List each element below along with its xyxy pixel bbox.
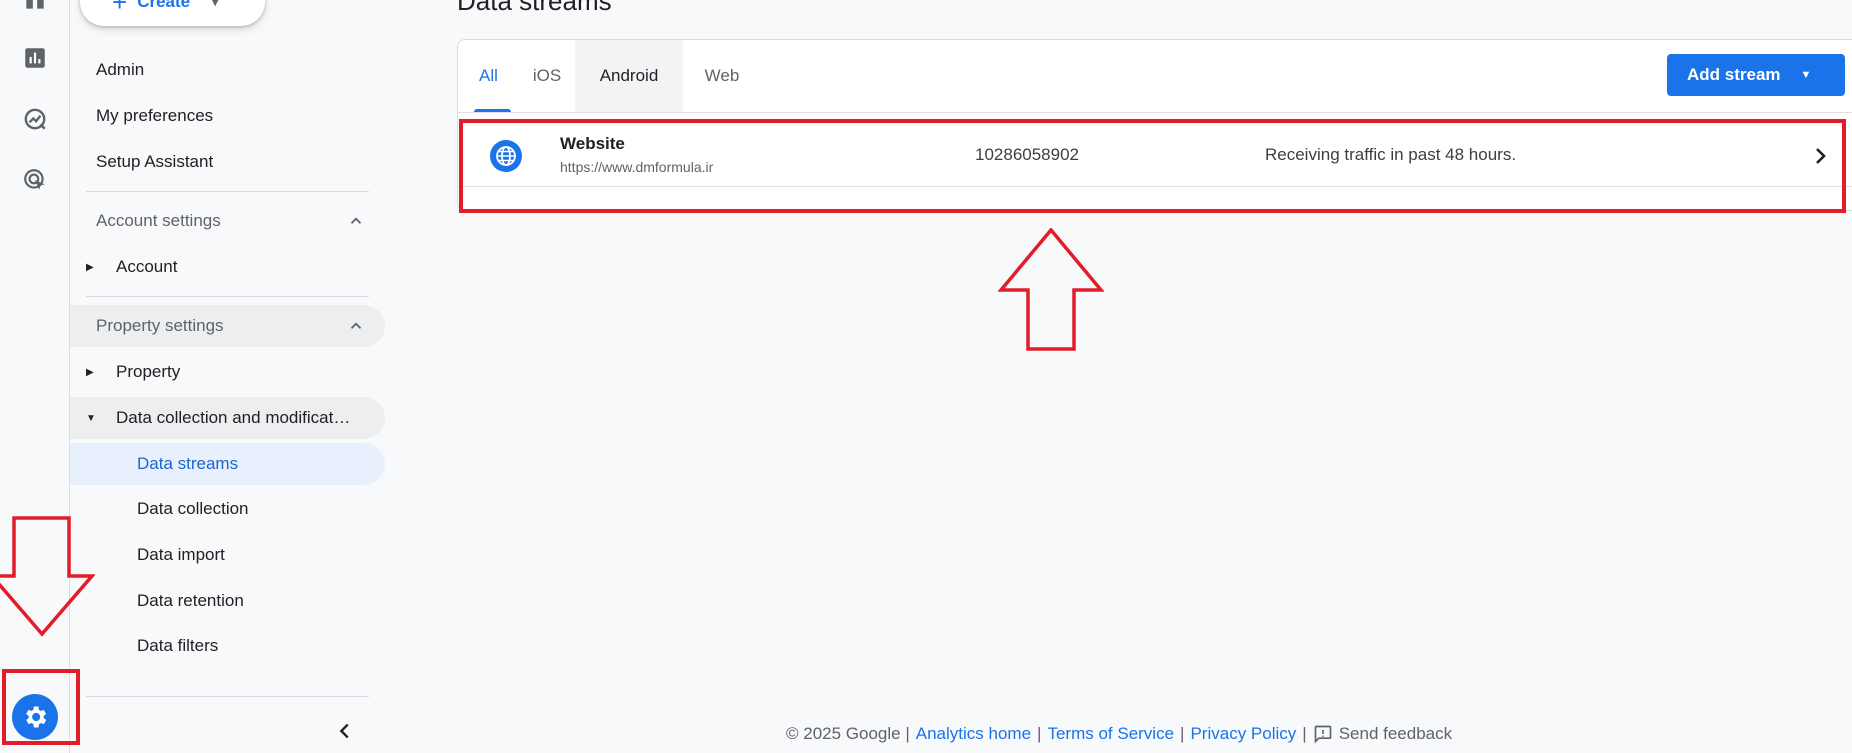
tab-all[interactable]: All [458,40,519,112]
sidebar-item-label: Account [116,257,178,276]
separator: | [1302,724,1307,743]
privacy-link[interactable]: Privacy Policy [1190,724,1296,744]
add-stream-button[interactable]: Add stream ▼ [1667,54,1845,96]
sidebar-item-data-collection-and-modification[interactable]: ▼ Data collection and modificat… [70,397,385,439]
feedback-icon [1314,725,1332,744]
property-settings-header[interactable]: Property settings [70,305,385,347]
analytics-home-link[interactable]: Analytics home [916,724,1031,744]
reports-icon[interactable] [21,44,49,72]
explore-icon[interactable] [21,105,49,133]
tab-ios[interactable]: iOS [519,40,575,112]
footer: © 2025 Google | Analytics home | Terms o… [786,724,1452,744]
sidebar-item-account[interactable]: ▶ Account [70,246,385,288]
sidebar-item-property[interactable]: ▶ Property [70,351,385,393]
create-button[interactable]: + Create ▾ [80,0,265,26]
create-label: Create [137,0,191,11]
send-feedback-link[interactable]: Send feedback [1313,724,1452,744]
dropdown-arrow-icon: ▼ [1800,69,1812,81]
property-settings-label: Property settings [96,316,224,335]
sidebar-item-my-preferences[interactable]: My preferences [70,95,385,137]
caret-right-icon: ▶ [86,366,94,378]
account-settings-label: Account settings [96,211,221,230]
send-feedback-label: Send feedback [1338,724,1453,743]
collapse-sidebar-button[interactable] [330,716,360,746]
add-stream-label: Add stream [1687,65,1781,84]
tab-web[interactable]: Web [683,40,761,112]
sidebar-item-data-import[interactable]: Data import [70,534,385,576]
sidebar-item-setup-assistant[interactable]: Setup Assistant [70,141,385,183]
stream-highlight-box [459,119,1846,213]
divider [86,696,369,697]
caret-down-icon: ▼ [86,412,96,424]
terms-link[interactable]: Terms of Service [1047,724,1174,744]
account-settings-header[interactable]: Account settings [70,200,385,242]
up-arrow-annotation [998,228,1104,351]
home-icon[interactable] [21,0,49,14]
sidebar-item-data-retention[interactable]: Data retention [70,580,385,622]
chevron-up-icon [350,217,362,224]
divider [86,191,369,192]
down-arrow-annotation [0,516,95,637]
divider [86,296,369,297]
separator: | [1180,724,1185,743]
sidebar-item-data-streams[interactable]: Data streams [70,443,385,485]
divider [458,112,1852,113]
sidebar-item-data-filters[interactable]: Data filters [70,625,385,667]
sidebar-item-label: Data collection and modificat… [116,408,351,427]
admin-sidebar: + Create ▾ Admin My preferences Setup As… [70,0,385,753]
advertising-icon[interactable] [21,166,49,194]
separator: | [1037,724,1042,743]
chevron-up-icon [350,322,362,329]
sidebar-item-data-collection[interactable]: Data collection [70,488,385,530]
sidebar-item-label: Property [116,362,181,381]
platform-tabs: All iOS Android Web [458,40,761,112]
chevron-down-icon: ▾ [212,0,219,9]
copyright-text: © 2025 Google | [786,724,910,743]
caret-right-icon: ▶ [86,261,94,273]
left-rail [0,0,70,753]
plus-icon: + [112,0,128,17]
settings-highlight-box [2,669,80,745]
chevron-left-icon [339,723,349,739]
sidebar-item-admin[interactable]: Admin [70,49,385,91]
tab-android[interactable]: Android [575,40,683,112]
page-title: Data streams [457,0,612,16]
